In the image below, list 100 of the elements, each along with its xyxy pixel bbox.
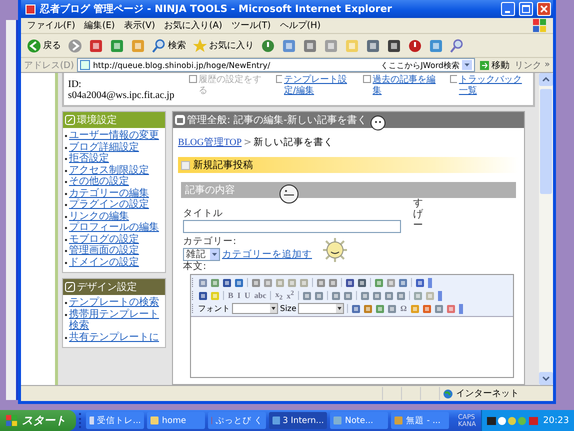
taskbar-button[interactable]: 無題 - ...	[391, 412, 449, 429]
dropdown-field[interactable]	[232, 303, 278, 314]
format-button[interactable]: I	[236, 291, 242, 300]
taskbar-button[interactable]: ぷっとび く	[208, 412, 266, 429]
toolbar-icon[interactable]	[330, 290, 341, 300]
menu-link[interactable]: 過去の記事を編集	[372, 75, 442, 97]
sidebar-link[interactable]: ブログ詳細設定	[69, 142, 139, 153]
tray-icons-drawing	[487, 416, 540, 426]
toolbar-icon[interactable]	[363, 304, 374, 314]
start-button[interactable]: スタート	[0, 410, 76, 431]
format-button[interactable]: Ω	[399, 304, 408, 313]
breadcrumb-separator: >	[244, 137, 252, 148]
home-icon	[131, 38, 145, 52]
sidebar-link[interactable]: 管理画面の設定	[69, 245, 139, 256]
section-title: 新規記事投稿	[193, 158, 253, 172]
panel-title: 管理全般: 記事の編集-新しい記事を書く	[187, 114, 368, 127]
panel-title: デザイン設定	[77, 280, 137, 294]
toolbar-icon[interactable]	[396, 290, 406, 300]
menu-item[interactable]: ヘルプ(H)	[280, 19, 321, 32]
format-button[interactable]: U	[243, 291, 252, 300]
sidebar-link[interactable]: リンクの編集	[69, 210, 129, 222]
menu-item[interactable]: 編集(E)	[84, 19, 115, 32]
search-icon	[152, 38, 166, 52]
category-select[interactable]: 雑記	[183, 248, 220, 261]
windows-logo-icon	[533, 19, 547, 32]
format-button[interactable]: x$_{2}$	[274, 290, 284, 302]
sidebar-link[interactable]: カテゴリーの編集	[69, 188, 149, 199]
close-button[interactable]	[537, 2, 551, 16]
add-category-link[interactable]: カテゴリーを追加す	[222, 248, 312, 261]
dropdown-field[interactable]	[298, 303, 344, 314]
toolbar-icon[interactable]	[302, 290, 312, 300]
toolbar-icon[interactable]	[375, 304, 386, 314]
sidebar-link[interactable]: ユーザー情報の変更	[69, 130, 159, 142]
subsection-title: 記事の内容	[185, 184, 235, 197]
search-button[interactable]: 検索	[149, 38, 189, 54]
cartoon-character-icon	[369, 114, 387, 132]
app-icon	[272, 416, 280, 425]
address-field[interactable]: http://queue.blog.shinobi.jp/hoge/NewEntry/ くここからJWord検索	[76, 58, 476, 72]
format-button[interactable]: B	[227, 291, 234, 300]
printer-icon	[303, 38, 317, 52]
breadcrumb-link[interactable]: BLOG管理TOP	[178, 136, 242, 149]
sidebar-link[interactable]: 共有テンプレートに	[69, 332, 159, 343]
toolbar-icon[interactable]	[342, 290, 353, 300]
toolbar-icon[interactable]	[314, 290, 324, 300]
maximize-button[interactable]	[519, 2, 533, 16]
toolbar-icon[interactable]	[446, 304, 456, 314]
scroll-thumb[interactable]	[540, 89, 552, 194]
toolbar-icon[interactable]	[372, 290, 382, 300]
sidebar-link[interactable]: モブログの設定	[69, 234, 139, 245]
toolbar-icon[interactable]	[434, 304, 444, 314]
cartoon-character-icon	[278, 183, 300, 205]
toolbar-icon[interactable]	[351, 304, 362, 314]
go-button[interactable]: 移動	[478, 58, 512, 72]
taskbar-button[interactable]: home	[147, 412, 205, 429]
app-icon	[89, 416, 94, 425]
toolbar-icon[interactable]	[387, 304, 398, 314]
menu-link[interactable]: テンプレート設定/編集	[284, 75, 355, 97]
menu-item[interactable]: ファイル(F)	[27, 19, 76, 32]
scroll-up-icon[interactable]	[539, 73, 553, 86]
leaf-icon	[65, 115, 75, 125]
user-id: s04a2004@ws.ipc.fit.ac.jp	[68, 90, 176, 101]
menu-link[interactable]: トラックバック一覧	[458, 75, 530, 97]
taskbar-button[interactable]: 3 Intern...	[269, 412, 327, 429]
sidebar-link[interactable]: その他の設定	[69, 176, 129, 188]
menu-item[interactable]: お気に入り(A)	[164, 19, 222, 32]
sidebar-link[interactable]: テンプレートの検索	[69, 297, 159, 308]
minimize-button[interactable]	[501, 2, 515, 16]
taskbar-button[interactable]: 受信トレ...	[86, 412, 144, 429]
title-input[interactable]	[183, 220, 401, 233]
scroll-down-icon[interactable]	[539, 372, 553, 385]
menu-item[interactable]: 表示(V)	[124, 19, 156, 32]
sidebar-link[interactable]: プラグインの設定	[69, 199, 149, 210]
security-zone: インターネット	[456, 388, 519, 400]
toolbar-icon[interactable]	[384, 290, 394, 300]
back-button[interactable]: 戻る	[24, 38, 64, 54]
format-button[interactable]: x$^{2}$	[286, 290, 295, 301]
magnifier-icon	[450, 38, 464, 52]
sidebar-link[interactable]: アクセス制限設定	[69, 164, 149, 176]
sidebar-link[interactable]: ドメインの設定	[69, 256, 139, 268]
cartoon-character-icon	[323, 238, 347, 262]
menu-item[interactable]: ツール(T)	[231, 19, 271, 32]
app-icon	[150, 416, 159, 425]
more-chevron[interactable]: »	[544, 60, 550, 70]
category-label: カテゴリー:	[183, 236, 236, 248]
mail-icon	[282, 38, 296, 52]
format-button[interactable]: abc	[253, 291, 268, 300]
links-label[interactable]: リンク	[514, 58, 542, 72]
sidebar-link[interactable]: 携帯用テンプレート検索	[69, 308, 163, 332]
page-icon	[80, 60, 90, 70]
toolbar-icon[interactable]	[422, 304, 432, 314]
sidebar-link[interactable]: 拒否設定	[69, 153, 109, 164]
sidebar-link[interactable]: プロフィールの編集	[69, 222, 159, 234]
toolbar-overflow-handle[interactable]	[458, 304, 463, 314]
taskbar-button[interactable]: Note...	[330, 412, 388, 429]
messenger-icon	[429, 38, 443, 52]
maximize-icon	[522, 5, 530, 13]
square-icon	[181, 160, 190, 170]
favorites-button[interactable]: お気に入り	[190, 38, 257, 54]
toolbar-icon[interactable]	[360, 290, 370, 300]
vertical-scrollbar[interactable]	[539, 73, 553, 385]
